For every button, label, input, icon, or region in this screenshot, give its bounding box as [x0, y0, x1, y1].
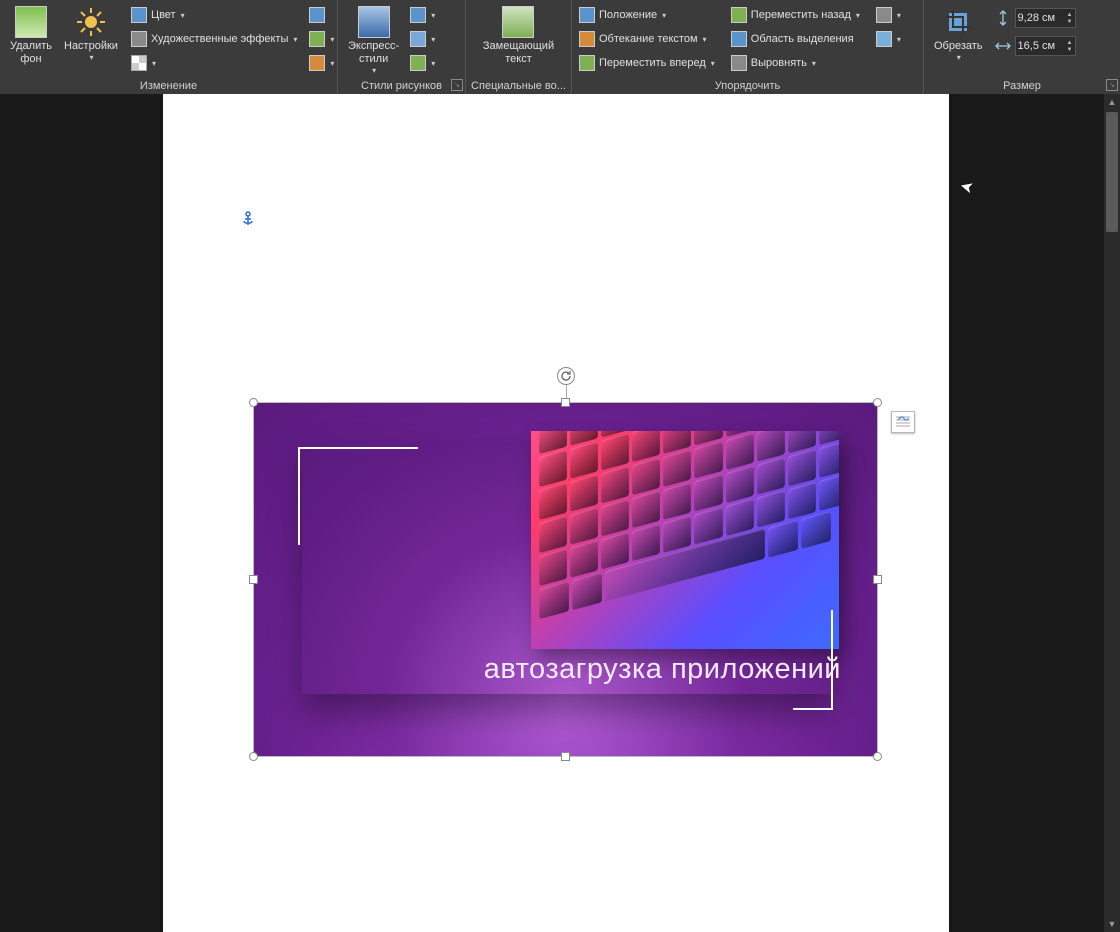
picture-content: автозагрузка приложений [254, 403, 877, 756]
size-launcher[interactable]: ↘ [1106, 79, 1118, 91]
compress-icon [309, 7, 325, 23]
selection-pane-icon [731, 31, 747, 47]
rotate-handle[interactable] [557, 367, 575, 385]
wrap-icon [579, 31, 595, 47]
scroll-down-button[interactable]: ▼ [1104, 916, 1120, 932]
picture-layout-button[interactable]: ▾ [407, 52, 438, 74]
bring-forward-button[interactable]: Переместить вперед▾ [576, 52, 718, 74]
effects-icon [410, 31, 426, 47]
handle-b[interactable] [561, 752, 570, 761]
reset-icon [309, 55, 325, 71]
handle-tl[interactable] [249, 398, 258, 407]
remove-bg-icon [15, 6, 47, 38]
group-picture-styles: Экспресс- стили▾ ▾ ▾ ▾ [338, 0, 466, 78]
transparency-icon [131, 55, 147, 71]
position-icon [579, 7, 595, 23]
anchor-icon [241, 211, 255, 230]
position-button[interactable]: Положение▾ [576, 4, 718, 26]
width-icon [995, 38, 1011, 54]
align-button[interactable]: Выровнять▾ [728, 52, 863, 74]
sun-icon [76, 7, 106, 37]
group-label-accessibility: Специальные во... [466, 78, 572, 94]
reset-picture-button[interactable]: ▾ [306, 52, 337, 74]
mouse-cursor: ➤ [958, 176, 976, 199]
quick-styles-button[interactable]: Экспресс- стили▾ [342, 2, 405, 76]
alt-text-button[interactable]: Замещающий текст [477, 2, 560, 66]
rotate-button[interactable]: ▾ [873, 28, 904, 50]
corrections-button[interactable]: Настройки ▾ [58, 2, 124, 63]
crop-icon [943, 7, 973, 37]
group-label-adjust: Изменение [0, 78, 338, 94]
handle-r[interactable] [873, 575, 882, 584]
selected-picture[interactable]: автозагрузка приложений [254, 403, 877, 756]
selection-pane-button[interactable]: Область выделения [728, 28, 863, 50]
width-spinner[interactable]: 16,5 см ▲▼ [1015, 36, 1076, 56]
remove-background-button[interactable]: Удалить фон [4, 2, 58, 66]
bring-forward-icon [579, 55, 595, 71]
ribbon: Удалить фон Настройки ▾ [0, 0, 1120, 94]
color-button[interactable]: Цвет▾ [128, 4, 300, 26]
vertical-scrollbar[interactable]: ▲ ▼ [1104, 94, 1120, 932]
compress-pictures-button[interactable] [306, 4, 337, 26]
handle-tr[interactable] [873, 398, 882, 407]
layout-icon [410, 55, 426, 71]
send-backward-button[interactable]: Переместить назад▾ [728, 4, 863, 26]
styles-launcher[interactable]: ↘ [451, 79, 463, 91]
document-area: автозагрузка приложений ▲ ▼ ➤ [0, 94, 1120, 932]
alt-text-icon [502, 6, 534, 38]
group-label-size: Размер↘ [924, 78, 1120, 94]
group-arrange: Положение▾ Обтекание текстом▾ Переместит… [572, 0, 924, 78]
layout-options-button[interactable] [891, 411, 915, 433]
group-label-styles: Стили рисунков↘ [338, 78, 466, 94]
quick-styles-icon [358, 6, 390, 38]
handle-t[interactable] [561, 398, 570, 407]
border-icon [410, 7, 426, 23]
change-picture-button[interactable]: ▾ [306, 28, 337, 50]
change-picture-icon [309, 31, 325, 47]
group-accessibility: Замещающий текст [466, 0, 572, 78]
group-size: Обрезать ▾ 9,28 см ▲▼ [924, 0, 1120, 78]
transparency-button[interactable]: ▾ [128, 52, 300, 74]
artistic-effects-button[interactable]: Художественные эффекты▾ [128, 28, 300, 50]
group-label-arrange: Упорядочить [572, 78, 924, 94]
group-objects-button[interactable]: ▾ [873, 4, 904, 26]
handle-br[interactable] [873, 752, 882, 761]
wrap-text-button[interactable]: Обтекание текстом▾ [576, 28, 718, 50]
picture-effects-button[interactable]: ▾ [407, 28, 438, 50]
crop-button[interactable]: Обрезать ▾ [928, 2, 989, 63]
artistic-icon [131, 31, 147, 47]
align-icon [731, 55, 747, 71]
picture-caption: автозагрузка приложений [484, 653, 841, 686]
handle-bl[interactable] [249, 752, 258, 761]
picture-border-button[interactable]: ▾ [407, 4, 438, 26]
scroll-thumb[interactable] [1106, 112, 1118, 232]
group-adjust: Удалить фон Настройки ▾ [0, 0, 338, 78]
color-icon [131, 7, 147, 23]
rotate-icon [876, 31, 892, 47]
height-icon [995, 10, 1011, 26]
height-spinner[interactable]: 9,28 см ▲▼ [1015, 8, 1076, 28]
handle-l[interactable] [249, 575, 258, 584]
group-icon [876, 7, 892, 23]
scroll-up-button[interactable]: ▲ [1104, 94, 1120, 110]
send-backward-icon [731, 7, 747, 23]
